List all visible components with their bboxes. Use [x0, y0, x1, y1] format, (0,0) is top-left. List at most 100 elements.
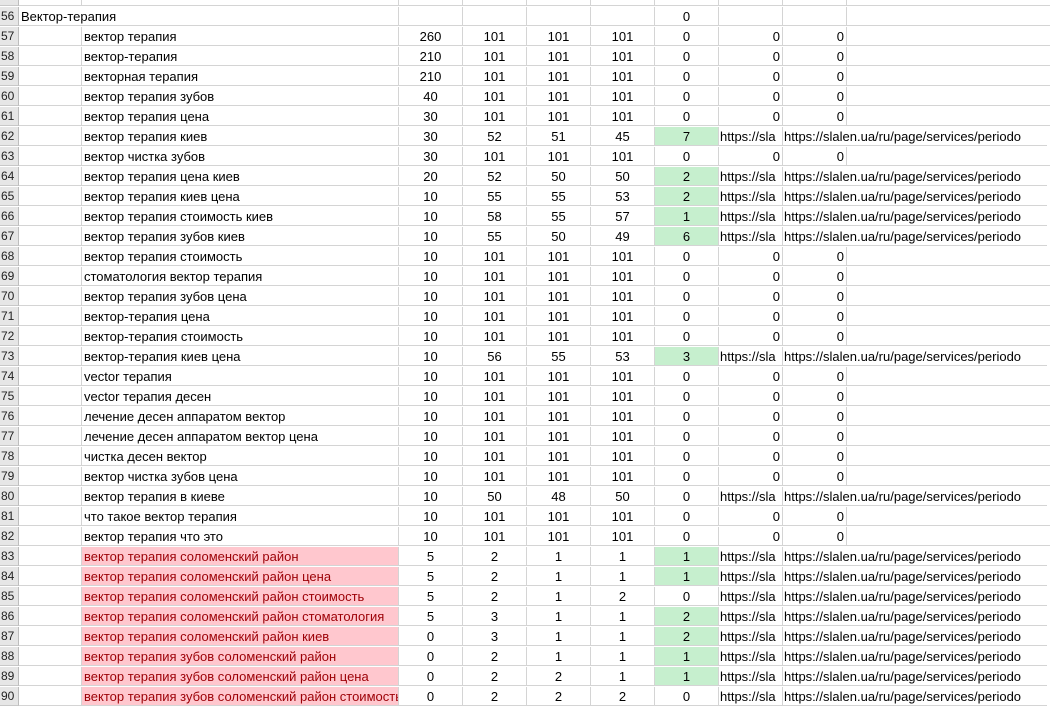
position-cell[interactable]: 2	[527, 687, 591, 706]
position-cell[interactable]: 1	[591, 647, 655, 666]
keyword-cell[interactable]: вектор терапия киев	[82, 127, 399, 146]
cell-empty[interactable]	[847, 247, 1050, 266]
keyword-cell[interactable]: вектор терапия соломенский район киев	[82, 627, 399, 646]
position-cell[interactable]: 101	[527, 327, 591, 346]
keyword-cell[interactable]: вектор-терапия	[82, 47, 399, 66]
position-cell[interactable]: 101	[463, 427, 527, 446]
position-cell[interactable]: 101	[591, 507, 655, 526]
position-diff-cell[interactable]: 0	[655, 587, 719, 606]
cell-empty[interactable]	[847, 147, 1050, 166]
position-diff-cell[interactable]: 0	[655, 307, 719, 326]
url-cell[interactable]: https://sla	[719, 347, 783, 366]
position-cell[interactable]: 101	[527, 427, 591, 446]
position-cell[interactable]: 101	[591, 447, 655, 466]
position-cell[interactable]: 101	[591, 27, 655, 46]
cell-empty[interactable]	[847, 87, 1050, 106]
url-cell[interactable]: 0	[783, 47, 847, 66]
url-cell[interactable]: https://sla	[719, 687, 783, 706]
keyword-cell[interactable]: vector терапия	[82, 367, 399, 386]
cell-empty[interactable]	[847, 0, 1050, 6]
position-cell[interactable]: 101	[591, 387, 655, 406]
keyword-cell[interactable]: лечение десен аппаратом вектор цена	[82, 427, 399, 446]
position-cell[interactable]: 1	[591, 547, 655, 566]
position-cell[interactable]	[463, 0, 527, 6]
cell-empty[interactable]	[19, 527, 82, 546]
position-cell[interactable]: 1	[527, 647, 591, 666]
keyword-cell[interactable]: вектор терапия зубов соломенский район с…	[82, 687, 399, 706]
url-cell[interactable]: 0	[719, 307, 783, 326]
url-cell[interactable]: 0	[719, 447, 783, 466]
position-cell[interactable]: 101	[463, 327, 527, 346]
position-cell[interactable]: 101	[527, 507, 591, 526]
position-cell[interactable]: 101	[463, 467, 527, 486]
frequency-cell[interactable]: 30	[399, 127, 463, 146]
position-cell[interactable]: 101	[591, 47, 655, 66]
cell-empty[interactable]	[19, 547, 82, 566]
url-cell[interactable]: 0	[719, 267, 783, 286]
position-cell[interactable]: 101	[527, 267, 591, 286]
cell-empty[interactable]	[847, 407, 1050, 426]
position-diff-cell[interactable]: 0	[655, 507, 719, 526]
cell-empty[interactable]	[463, 7, 527, 26]
cell-empty[interactable]	[19, 167, 82, 186]
position-cell[interactable]: 49	[591, 227, 655, 246]
frequency-cell[interactable]: 30	[399, 107, 463, 126]
cell-empty[interactable]	[19, 407, 82, 426]
keyword-cell[interactable]: вектор терапия соломенский район цена	[82, 567, 399, 586]
position-diff-cell[interactable]: 0	[655, 67, 719, 86]
position-cell[interactable]: 55	[463, 187, 527, 206]
url-cell[interactable]	[783, 0, 847, 6]
position-diff-cell[interactable]: 2	[655, 167, 719, 186]
frequency-cell[interactable]: 5	[399, 567, 463, 586]
position-cell[interactable]: 3	[463, 627, 527, 646]
position-diff-cell[interactable]: 1	[655, 547, 719, 566]
position-cell[interactable]: 51	[527, 127, 591, 146]
frequency-cell[interactable]: 260	[399, 27, 463, 46]
position-cell[interactable]: 101	[591, 307, 655, 326]
cell-empty[interactable]	[19, 287, 82, 306]
frequency-cell[interactable]	[399, 0, 463, 6]
url-cell[interactable]: https://sla	[719, 607, 783, 626]
url-cell[interactable]: 0	[783, 27, 847, 46]
url-cell[interactable]: https://sla	[719, 167, 783, 186]
position-cell[interactable]: 101	[527, 107, 591, 126]
position-cell[interactable]: 52	[463, 127, 527, 146]
position-cell[interactable]: 58	[463, 207, 527, 226]
frequency-cell[interactable]: 10	[399, 367, 463, 386]
url-cell[interactable]: 0	[783, 67, 847, 86]
frequency-cell[interactable]: 0	[399, 667, 463, 686]
cell-empty[interactable]	[19, 67, 82, 86]
frequency-cell[interactable]: 10	[399, 527, 463, 546]
url-cell[interactable]: 0	[783, 527, 847, 546]
url-cell[interactable]: https://slalen.ua/ru/page/services/perio…	[783, 207, 1047, 226]
frequency-cell[interactable]: 10	[399, 207, 463, 226]
position-diff-cell[interactable]: 0	[655, 107, 719, 126]
position-cell[interactable]: 101	[527, 87, 591, 106]
url-cell[interactable]	[719, 0, 783, 6]
position-diff-cell[interactable]: 0	[655, 147, 719, 166]
frequency-cell[interactable]: 10	[399, 227, 463, 246]
position-diff-cell[interactable]: 0	[655, 87, 719, 106]
position-cell[interactable]: 50	[463, 487, 527, 506]
url-cell[interactable]: 0	[783, 267, 847, 286]
position-cell[interactable]: 101	[591, 247, 655, 266]
frequency-cell[interactable]: 5	[399, 587, 463, 606]
keyword-cell[interactable]: вектор терапия зубов цена	[82, 287, 399, 306]
url-cell[interactable]: 0	[783, 427, 847, 446]
frequency-cell[interactable]: 210	[399, 67, 463, 86]
position-cell[interactable]: 2	[463, 687, 527, 706]
cell-empty[interactable]	[19, 387, 82, 406]
position-cell[interactable]	[527, 0, 591, 6]
position-cell[interactable]: 2	[591, 587, 655, 606]
keyword-cell[interactable]: вектор терапия стоимость	[82, 247, 399, 266]
url-cell[interactable]: 0	[719, 427, 783, 446]
url-cell[interactable]: https://slalen.ua/ru/page/services/perio…	[783, 487, 1047, 506]
position-cell[interactable]: 101	[591, 147, 655, 166]
position-diff-cell[interactable]	[655, 0, 719, 6]
url-cell[interactable]: 0	[719, 327, 783, 346]
cell-empty[interactable]	[847, 67, 1050, 86]
position-cell[interactable]: 2	[463, 587, 527, 606]
url-cell[interactable]: https://slalen.ua/ru/page/services/perio…	[783, 587, 1047, 606]
keyword-cell[interactable]: вектор терапия киев цена	[82, 187, 399, 206]
keyword-cell[interactable]: чистка десен вектор	[82, 447, 399, 466]
